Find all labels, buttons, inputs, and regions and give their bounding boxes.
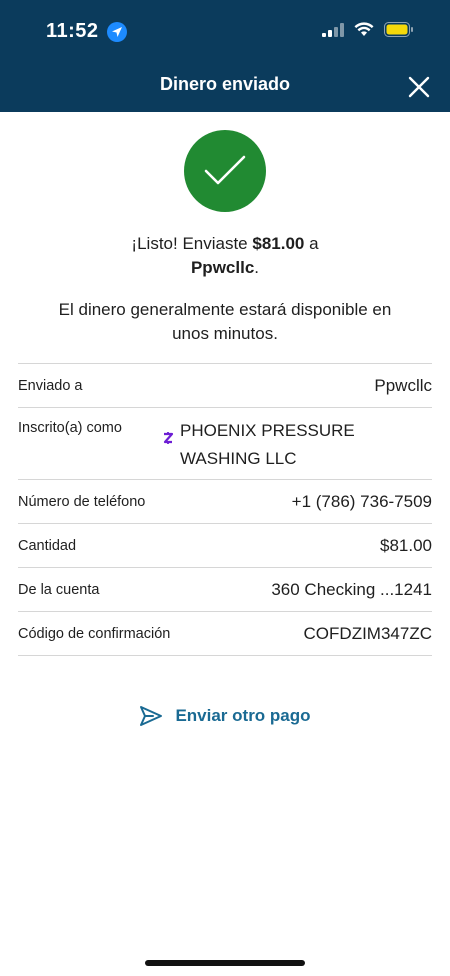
transfer-details: Enviado a Ppwcllc Inscrito(a) como PHOEN… [18,363,432,656]
from-account-label: De la cuenta [18,581,100,598]
clock-text: 11:52 [46,20,99,42]
detail-row-confirmation-code: Código de confirmación COFDZIM347ZC [18,612,432,656]
sent-to-value: Ppwcllc [374,375,432,395]
success-check-badge [184,130,266,212]
detail-row-sent-to: Enviado a Ppwcllc [18,364,432,408]
status-time: 11:52 [46,20,127,43]
from-account-value: 360 Checking ...1241 [271,579,432,599]
confirmation-code-value: COFDZIM347ZC [303,623,432,643]
status-bar: 11:52 [0,0,450,64]
cellular-signal-icon [322,22,344,37]
home-indicator[interactable] [145,960,305,966]
app-header: 11:52 Dinero enviado [0,0,450,112]
confirmation-recipient: Ppwcllc [190,258,255,277]
confirmation-amount: $81.00 [252,234,305,253]
send-another-label[interactable]: Enviar otro pago [175,706,310,726]
checkmark-icon [204,155,246,185]
confirmation-mid: a [304,234,319,253]
send-another-payment-button[interactable]: Enviar otro pago [0,705,450,727]
wifi-icon [354,22,374,36]
detail-row-amount: Cantidad $81.00 [18,524,432,568]
close-icon[interactable] [406,74,432,100]
phone-label: Número de teléfono [18,493,146,510]
location-arrow-icon [106,21,127,42]
sent-to-label: Enviado a [18,377,83,394]
confirmation-code-label: Código de confirmación [18,625,171,642]
detail-row-enrolled-as: Inscrito(a) como PHOENIX PRESSURE WASHIN… [18,408,432,480]
confirmation-prefix: ¡Listo! Enviaste [131,234,253,253]
phone-value: +1 (786) 736-7509 [291,491,432,511]
availability-message: El dinero generalmente estará disponible… [58,300,392,343]
amount-value: $81.00 [380,535,432,555]
detail-row-from-account: De la cuenta 360 Checking ...1241 [18,568,432,612]
amount-label: Cantidad [18,537,77,554]
close-button[interactable] [406,74,432,100]
enrolled-as-value: PHOENIX PRESSURE WASHING LLC [180,421,355,468]
status-indicators [322,22,414,37]
battery-icon [384,22,413,37]
confirmation-message: ¡Listo! Enviaste $81.00 a Ppwcllc. [0,232,450,280]
enrolled-as-label: Inscrito(a) como [18,420,122,436]
confirmation-end: . [254,258,260,277]
paper-plane-icon[interactable] [139,705,163,727]
enrolled-as-container: PHOENIX PRESSURE WASHING LLC [162,420,432,473]
page-title: Dinero enviado [159,74,291,94]
zelle-icon [162,430,174,451]
detail-row-phone: Número de teléfono +1 (786) 736-7509 [18,480,432,524]
